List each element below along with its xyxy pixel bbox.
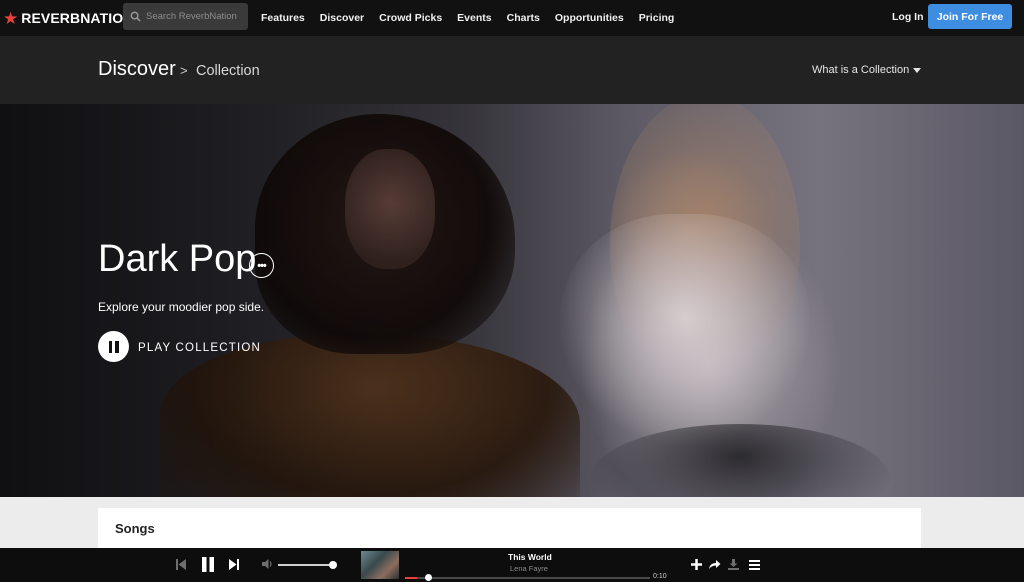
track-progress-bar[interactable] bbox=[405, 577, 650, 579]
search-input[interactable] bbox=[146, 11, 246, 22]
nav-link-charts[interactable]: Charts bbox=[507, 12, 540, 24]
pause-icon bbox=[108, 340, 112, 353]
download-icon[interactable] bbox=[728, 559, 739, 570]
top-nav: ★ REVERBNATION® Features Discover Crowd … bbox=[0, 0, 1024, 36]
volume-slider[interactable] bbox=[278, 564, 335, 566]
nav-link-pricing[interactable]: Pricing bbox=[639, 12, 675, 24]
pause-icon-bar bbox=[115, 340, 119, 353]
star-icon: ★ bbox=[3, 8, 19, 28]
track-artist[interactable]: Lena Fayre bbox=[510, 564, 548, 573]
join-button[interactable]: Join For Free bbox=[928, 4, 1012, 29]
login-link[interactable]: Log In bbox=[892, 11, 924, 23]
logo-text: REVERBNATION bbox=[21, 10, 134, 26]
search-icon bbox=[130, 11, 141, 22]
audio-player: This World Lena Fayre 0:10 bbox=[0, 548, 1024, 582]
nav-link-features[interactable]: Features bbox=[261, 12, 305, 24]
songs-heading: Songs bbox=[115, 521, 155, 536]
reverbnation-logo[interactable]: ★ REVERBNATION® bbox=[3, 8, 139, 28]
queue-menu-icon[interactable] bbox=[749, 560, 760, 570]
breadcrumb-discover[interactable]: Discover bbox=[98, 58, 176, 81]
what-is-collection-dropdown[interactable]: What is a Collection bbox=[812, 64, 922, 76]
nav-link-discover[interactable]: Discover bbox=[320, 12, 364, 24]
track-progress-knob[interactable] bbox=[425, 574, 433, 581]
track-artwork[interactable] bbox=[361, 551, 399, 579]
play-collection-label[interactable]: PLAY COLLECTION bbox=[138, 342, 261, 354]
more-options-button[interactable]: ••• bbox=[249, 253, 274, 278]
nav-link-opportunities[interactable]: Opportunities bbox=[555, 12, 624, 24]
search-box[interactable] bbox=[123, 3, 248, 30]
pause-icon[interactable] bbox=[201, 557, 215, 572]
share-icon[interactable] bbox=[708, 559, 721, 570]
collection-title: Dark Pop bbox=[98, 238, 257, 280]
volume-icon[interactable] bbox=[262, 558, 274, 570]
next-track-icon[interactable] bbox=[229, 559, 239, 570]
track-title[interactable]: This World bbox=[508, 552, 552, 562]
collection-description: Explore your moodier pop side. bbox=[98, 300, 265, 314]
caret-down-icon bbox=[913, 67, 922, 73]
what-is-collection-label: What is a Collection bbox=[812, 64, 910, 76]
nav-links: Features Discover Crowd Picks Events Cha… bbox=[261, 0, 689, 36]
chevron-right-icon: > bbox=[180, 63, 188, 78]
track-elapsed-time: 0:10 bbox=[653, 573, 667, 580]
volume-slider-knob[interactable] bbox=[329, 561, 338, 569]
play-collection-button[interactable] bbox=[98, 331, 129, 362]
nav-link-crowd-picks[interactable]: Crowd Picks bbox=[379, 12, 442, 24]
track-progress-fill bbox=[405, 577, 418, 579]
add-icon[interactable] bbox=[691, 559, 702, 570]
previous-track-icon[interactable] bbox=[176, 559, 186, 570]
breadcrumb-collection: Collection bbox=[196, 63, 260, 79]
nav-link-events[interactable]: Events bbox=[457, 12, 491, 24]
